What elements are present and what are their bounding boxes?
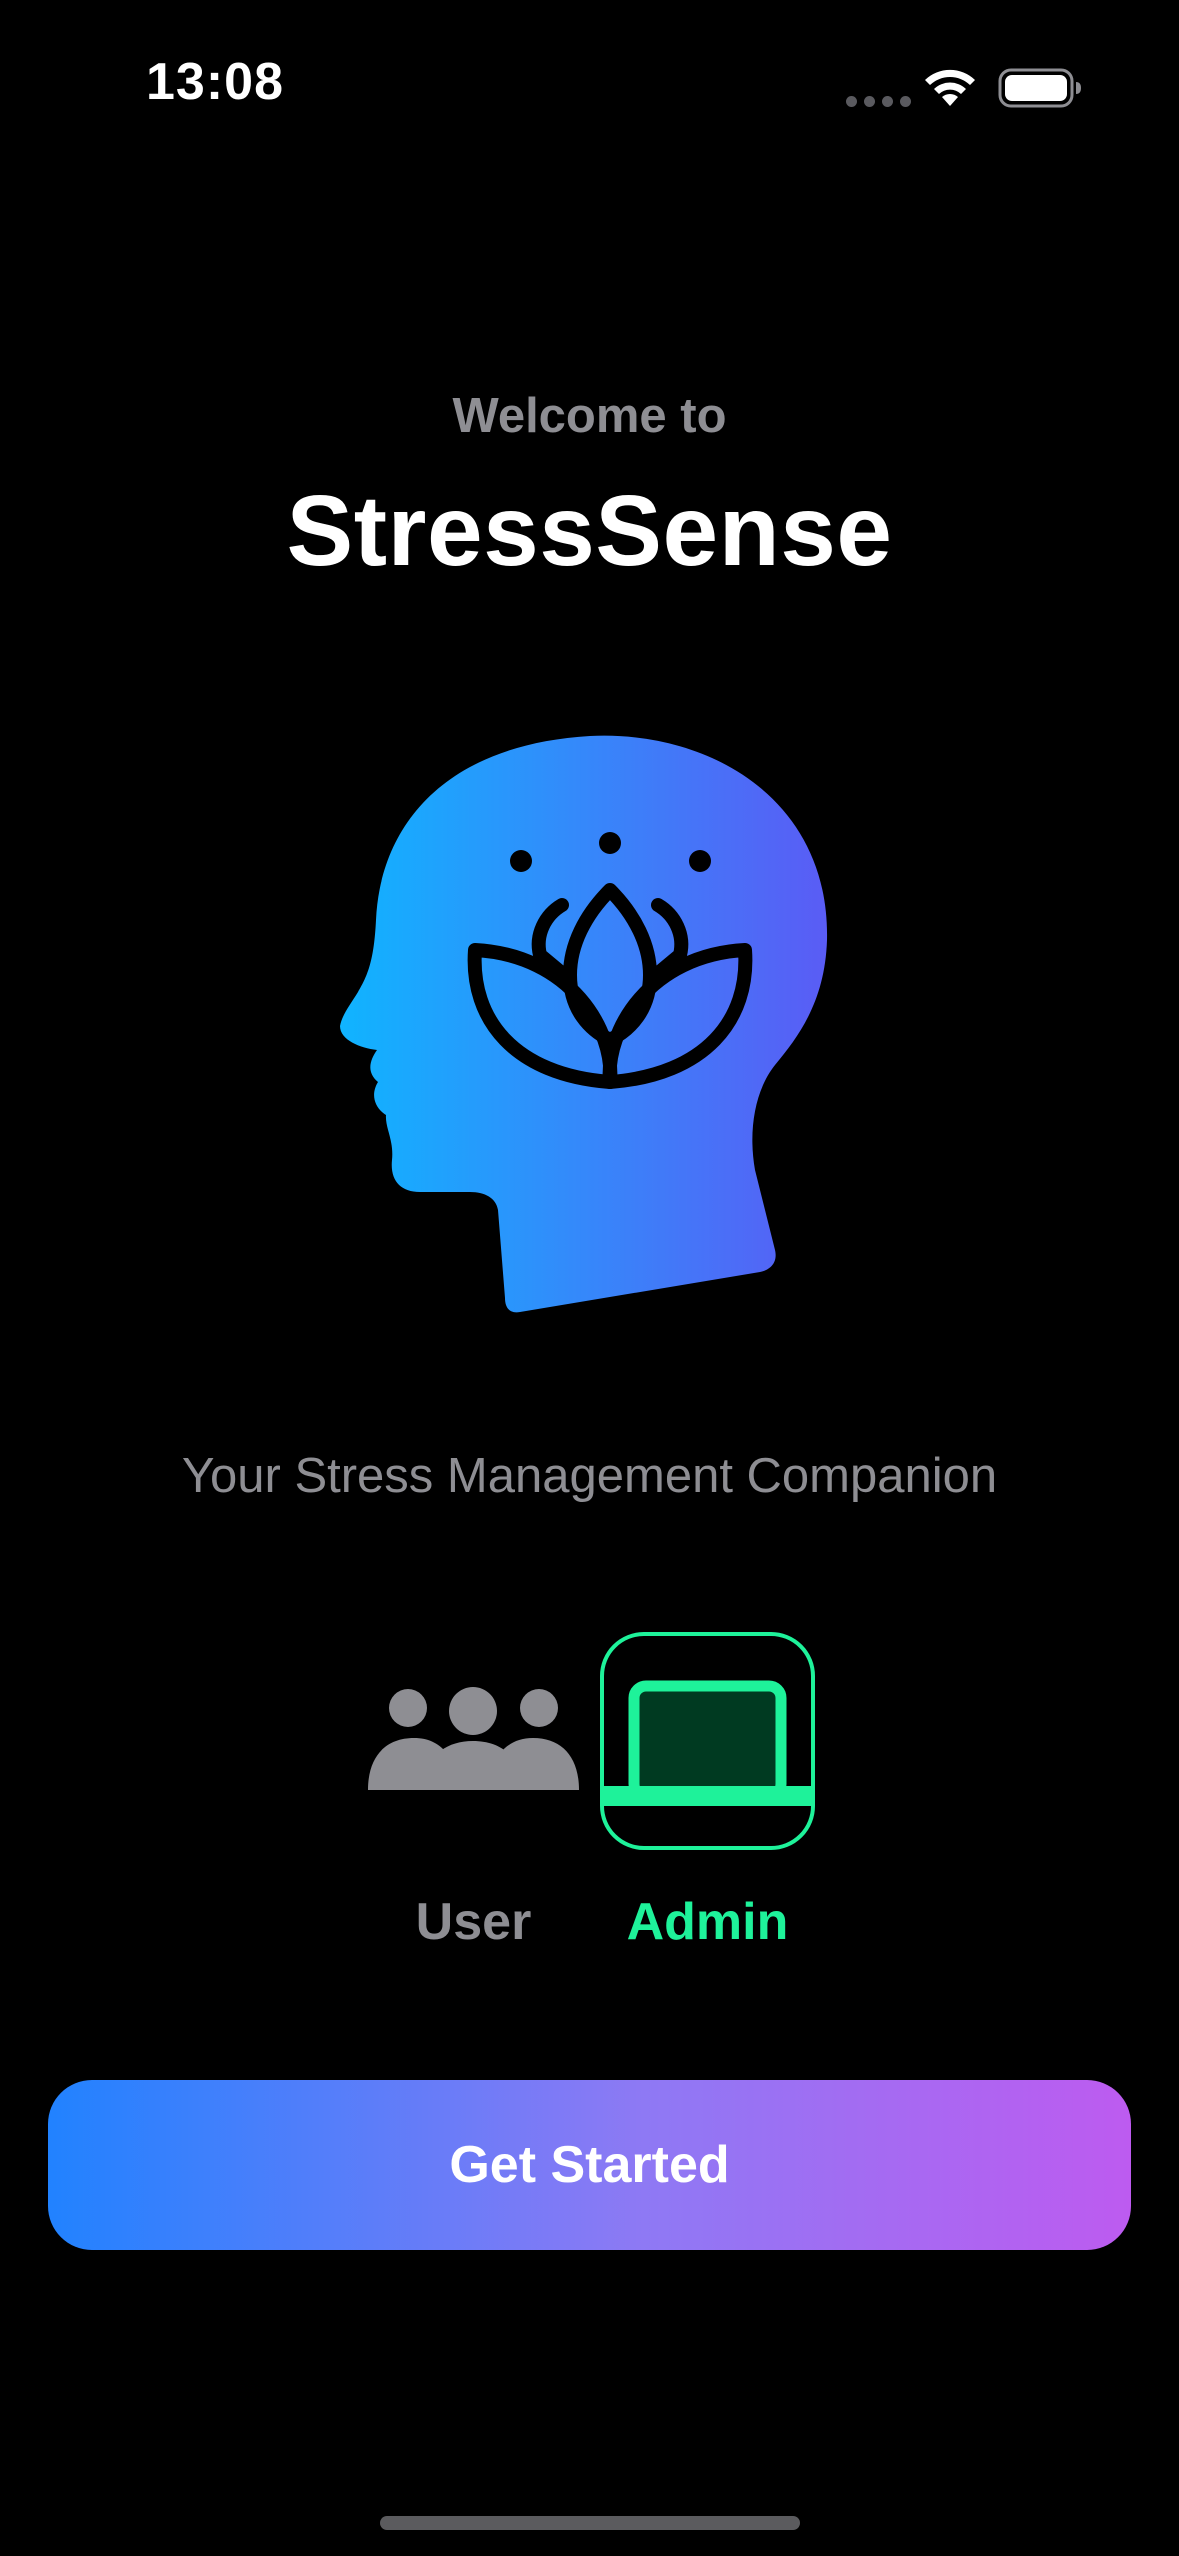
home-indicator[interactable] bbox=[380, 2516, 800, 2530]
head-lotus-icon bbox=[340, 735, 828, 1313]
wifi-icon bbox=[925, 69, 975, 106]
app-title: StressSense bbox=[286, 475, 893, 587]
welcome-subtitle: Welcome to bbox=[452, 389, 727, 443]
people-group-icon bbox=[368, 1687, 579, 1790]
role-label-user: User bbox=[415, 1893, 532, 1951]
laptop-icon bbox=[604, 1680, 811, 1806]
get-started-button[interactable]: Get Started bbox=[48, 2080, 1131, 2250]
cellular-signal-icon bbox=[846, 96, 911, 107]
battery-icon bbox=[998, 68, 1081, 108]
role-option-user[interactable] bbox=[366, 1632, 581, 1850]
tagline: Your Stress Management Companion bbox=[181, 1449, 998, 1503]
role-label-admin: Admin bbox=[626, 1893, 789, 1951]
role-option-admin[interactable] bbox=[600, 1632, 815, 1850]
status-time: 13:08 bbox=[146, 53, 284, 111]
